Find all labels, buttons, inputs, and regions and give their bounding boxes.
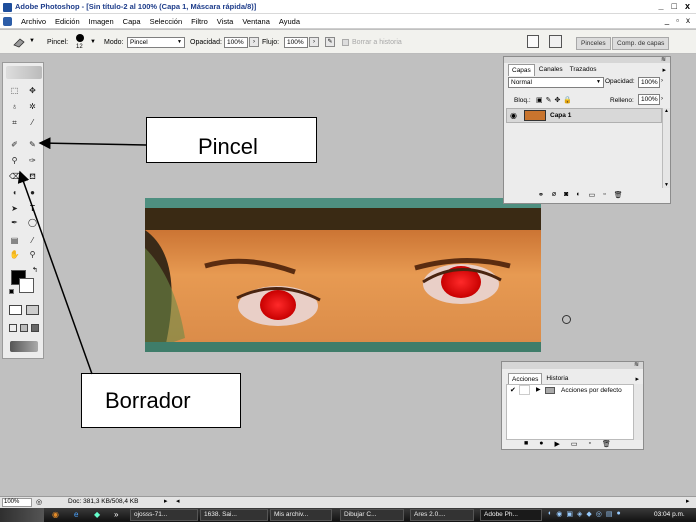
task-ojosss[interactable]: ojosss-71... — [130, 509, 198, 521]
fill-input[interactable]: 100% — [638, 94, 660, 105]
scroll-left-icon[interactable]: ◂ — [176, 497, 180, 505]
play-icon[interactable]: ▶ — [554, 440, 559, 448]
tray-icon[interactable]: ◎ — [596, 510, 602, 520]
system-tray-icons: ◐ ◉ ▣ ◈ ◆ ◎ ▤ ● — [548, 510, 652, 520]
actions-menu-icon[interactable]: ▸ — [635, 375, 639, 383]
new-group-icon[interactable]: ▭ — [589, 191, 596, 199]
lock-icons[interactable]: ▣✎✥🔒 — [536, 96, 575, 104]
zoom-field[interactable]: 100% — [2, 498, 32, 507]
ie-quicklaunch-icon[interactable]: e — [74, 510, 78, 519]
doc-size-text: Doc: 381,3 KB/508,4 KB — [68, 498, 139, 505]
status-bar: 100% ◎ Doc: 381,3 KB/508,4 KB ▸ ◂ ▸ — [0, 496, 696, 508]
tab-trazados[interactable]: Trazados — [567, 64, 600, 76]
tray-icon[interactable]: ◐ — [548, 510, 552, 520]
delete-action-icon[interactable]: 🗑 — [602, 440, 611, 448]
layers-scrollbar[interactable]: ▲ ▼ — [662, 108, 670, 188]
expand-triangle-icon[interactable]: ▶ — [536, 386, 541, 393]
folder-icon — [545, 387, 555, 394]
new-action-icon[interactable]: ▫ — [588, 440, 590, 448]
layer-row-capa-1[interactable]: ◉ Capa 1 — [506, 108, 662, 123]
record-icon[interactable]: ● — [539, 440, 543, 448]
dialog-toggle-box[interactable] — [519, 385, 530, 395]
layer-thumbnail — [524, 110, 546, 121]
layers-panel: ≋ Capas Canales Trazados ▸ Normal ▼ Opaci… — [503, 56, 671, 204]
task-ares[interactable]: Ares 2.0.... — [410, 509, 474, 521]
tab-canales[interactable]: Canales — [536, 64, 566, 76]
layer-opacity-input[interactable]: 100% — [638, 77, 660, 88]
actions-list: ✔ ▶ Acciones por defecto — [506, 384, 634, 440]
layer-style-icon[interactable]: ø — [552, 191, 556, 199]
link-layers-icon[interactable]: ⚭ — [538, 191, 544, 199]
task-1638[interactable]: 1638. Sai... — [200, 509, 268, 521]
layer-name: Capa 1 — [550, 112, 572, 119]
taskbar: ◉ e ◆ » ojosss-71... 1638. Sai... Mis ar… — [0, 508, 696, 522]
new-set-icon[interactable]: ▭ — [571, 440, 578, 448]
stop-icon[interactable]: ■ — [524, 440, 528, 448]
tab-capas[interactable]: Capas — [508, 64, 535, 76]
fill-label: Relleno: — [610, 97, 634, 104]
action-set-row[interactable]: ✔ ▶ Acciones por defecto — [507, 385, 633, 396]
panel-collapse-icon[interactable]: ≋ — [661, 56, 666, 63]
new-layer-icon[interactable]: ▫ — [603, 191, 605, 199]
actions-panel: ≋ Acciones Historia ▸ ✔ ▶ Acciones por d… — [501, 361, 644, 450]
quicklaunch-more-icon[interactable]: » — [114, 510, 118, 519]
tray-icon[interactable]: ◆ — [586, 510, 591, 520]
tray-icon[interactable]: ▤ — [606, 510, 613, 520]
fill-slider-icon[interactable]: › — [661, 96, 663, 102]
actions-scrollbar[interactable] — [634, 384, 643, 440]
tray-icon[interactable]: ◉ — [556, 510, 562, 520]
actions-panel-titlebar: ≋ — [502, 362, 643, 369]
layers-footer-buttons: ⚭ ø ◙ ◐ ▭ ▫ 🗑 — [538, 191, 623, 199]
lock-label: Bloq.: — [514, 97, 531, 104]
eye-visibility-icon[interactable]: ◉ — [510, 111, 517, 120]
task-mis-archivos[interactable]: Mis archiv... — [270, 509, 332, 521]
task-adobe-photoshop[interactable]: Adobe Ph... — [480, 509, 542, 521]
tray-icon[interactable]: ▣ — [566, 510, 573, 520]
status-menu-arrow-icon[interactable]: ▸ — [164, 497, 168, 505]
status-icon: ◎ — [36, 499, 43, 506]
blend-mode-select[interactable]: Normal ▼ — [508, 77, 604, 88]
messenger-quicklaunch-icon[interactable]: ◆ — [94, 510, 100, 519]
new-adjustment-layer-icon[interactable]: ◐ — [576, 191, 580, 199]
layers-panel-titlebar: ≋ — [504, 57, 670, 63]
browser-quicklaunch-icon[interactable]: ◉ — [52, 510, 59, 519]
panel-menu-icon[interactable]: ▸ — [662, 66, 666, 74]
arrow-to-brush-tool — [38, 137, 147, 150]
actions-collapse-icon[interactable]: ≋ — [634, 361, 639, 368]
tray-icon[interactable]: ◈ — [577, 510, 582, 520]
clock: 03:04 p.m. — [654, 511, 685, 518]
arrow-to-eraser-tool — [17, 170, 93, 375]
layer-opacity-label: Opacidad: — [605, 78, 635, 85]
action-set-name: Acciones por defecto — [561, 387, 622, 394]
scroll-right-icon[interactable]: ▸ — [686, 497, 690, 505]
delete-layer-icon[interactable]: 🗑 — [614, 191, 623, 199]
tray-icon[interactable]: ● — [616, 510, 620, 520]
layer-opacity-slider-icon[interactable]: › — [661, 78, 663, 84]
start-button[interactable] — [0, 508, 44, 522]
add-mask-icon[interactable]: ◙ — [564, 191, 568, 199]
actions-footer-buttons: ■ ● ▶ ▭ ▫ 🗑 — [524, 440, 611, 448]
task-dibujar[interactable]: Dibujar C... — [340, 509, 404, 521]
check-icon[interactable]: ✔ — [510, 386, 516, 394]
